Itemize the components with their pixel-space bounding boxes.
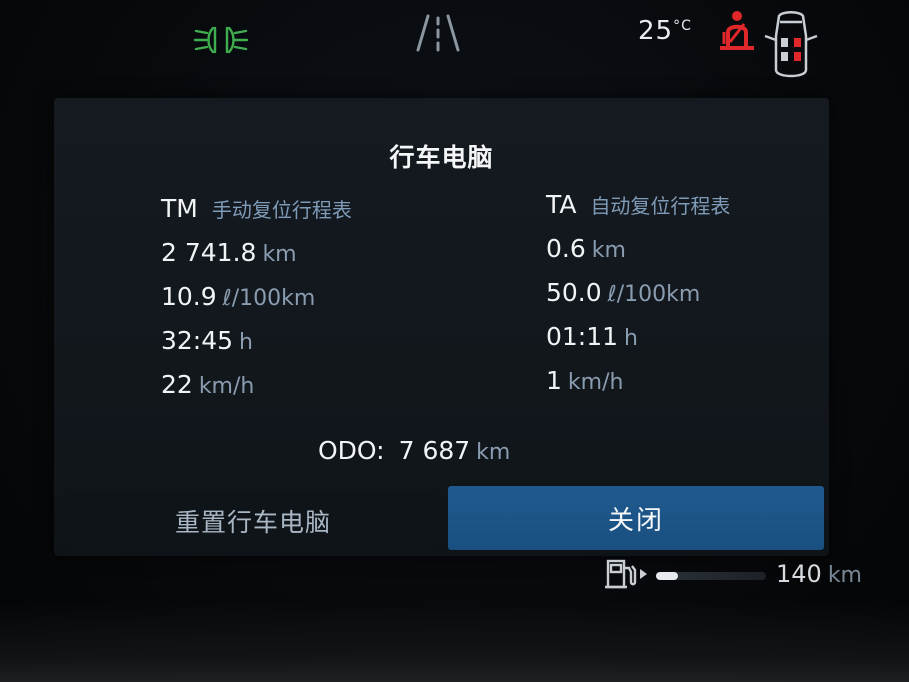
trip-auto-abbr: TA (546, 190, 577, 219)
unit: ℓ/100km (222, 286, 316, 311)
value: 50.0 (546, 278, 602, 307)
headlight-icon (193, 26, 249, 54)
value: 22 (161, 370, 193, 399)
trip-auto-speed: 1 km/h (546, 366, 730, 402)
trip-manual-distance: 2 741.8 km (161, 238, 352, 274)
car-doors-icon (764, 11, 818, 78)
value: 2 741.8 (161, 238, 257, 267)
instrument-cluster: 25°C 行车电脑 TM 手动复位行程表 2 741.8 km 10.9 ℓ/1… (0, 0, 909, 682)
close-button[interactable]: 关闭 (448, 486, 824, 550)
trip-auto-header: TA 自动复位行程表 (546, 190, 730, 226)
trip-manual-label: 手动复位行程表 (211, 198, 352, 222)
trip-manual-consumption: 10.9 ℓ/100km (161, 282, 352, 318)
trip-auto-consumption: 50.0 ℓ/100km (546, 278, 730, 314)
trip-manual-column: TM 手动复位行程表 2 741.8 km 10.9 ℓ/100km 32:45… (161, 194, 352, 406)
value: 32:45 (161, 326, 234, 355)
fuel-range: 140 km (600, 556, 900, 592)
temperature-value: 25 (638, 16, 674, 46)
trip-auto-label: 自动复位行程表 (590, 194, 731, 218)
trip-manual-abbr: TM (161, 194, 198, 223)
unit: km/h (567, 370, 624, 395)
seatbelt-warning-icon (720, 11, 754, 50)
trip-auto-time: 01:11 h (546, 322, 730, 358)
value: 10.9 (161, 282, 217, 311)
odometer-unit: km (476, 440, 511, 465)
value: 01:11 (546, 322, 619, 351)
fuel-level-fill (656, 572, 678, 580)
fuel-level-bar (656, 572, 766, 580)
trip-manual-speed: 22 km/h (161, 370, 352, 406)
temperature-unit: °C (673, 18, 692, 34)
fuel-range-value: 140 (776, 560, 822, 588)
value: 0.6 (546, 234, 586, 263)
unit: ℓ/100km (607, 282, 701, 307)
odometer-value: 7 687 (398, 436, 471, 465)
odometer-label: ODO: (318, 436, 385, 465)
status-bar: 25°C (0, 0, 909, 90)
trip-computer-panel: 行车电脑 TM 手动复位行程表 2 741.8 km 10.9 ℓ/100km … (54, 98, 829, 556)
trip-manual-time: 32:45 h (161, 326, 352, 362)
reset-trip-computer-button[interactable]: 重置行车电脑 (68, 492, 438, 550)
value: 1 (546, 366, 562, 395)
unit: km/h (198, 374, 255, 399)
unit: h (239, 330, 253, 355)
bottom-reflection (0, 600, 909, 682)
unit: km (591, 238, 626, 263)
unit: km (262, 242, 297, 267)
fuel-range-readout: 140 km (776, 560, 862, 588)
unit: h (624, 326, 638, 351)
trip-auto-column: TA 自动复位行程表 0.6 km 50.0 ℓ/100km 01:11 h 1… (546, 190, 730, 402)
odometer: ODO: 7 687 km (318, 436, 510, 465)
trip-manual-header: TM 手动复位行程表 (161, 194, 352, 230)
outside-temperature: 25°C (638, 16, 692, 46)
panel-title: 行车电脑 (389, 143, 494, 172)
fuel-pump-icon (605, 559, 647, 589)
trip-auto-distance: 0.6 km (546, 234, 730, 270)
fuel-range-unit: km (827, 563, 862, 588)
lane-assist-icon (416, 14, 460, 52)
